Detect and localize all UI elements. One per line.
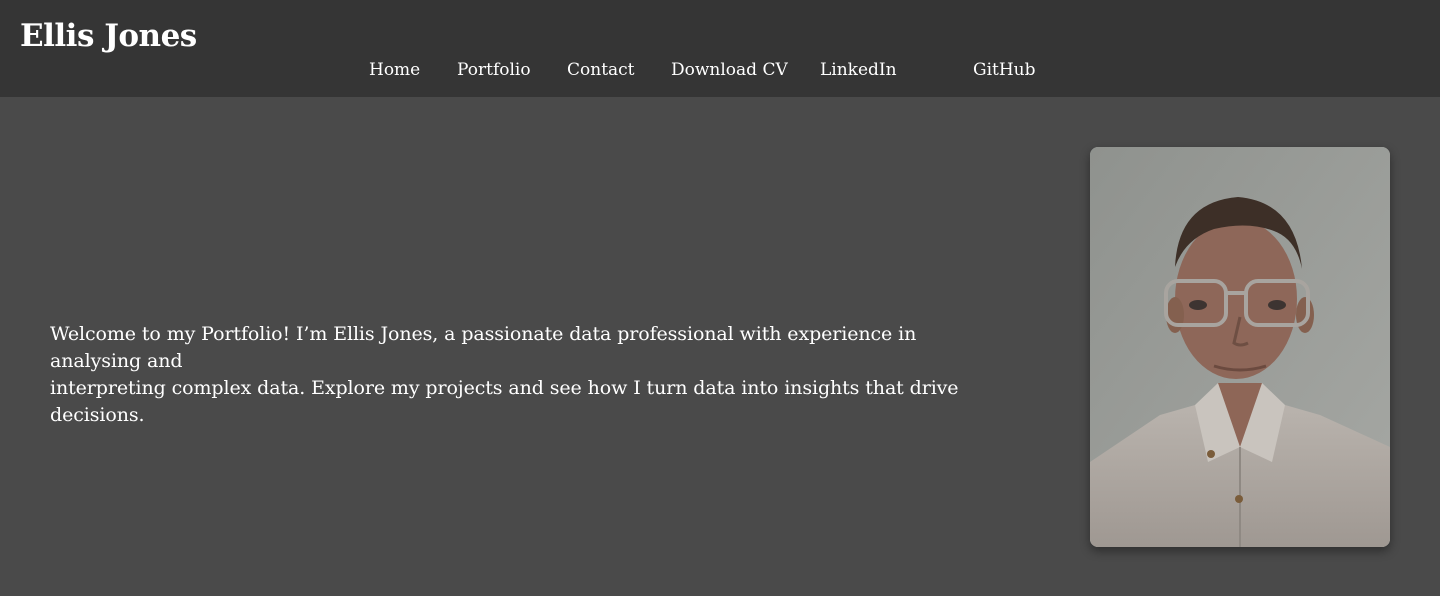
nav-github-link[interactable]: GitHub bbox=[973, 59, 1036, 81]
nav-linkedin-link[interactable]: LinkedIn bbox=[820, 59, 897, 81]
welcome-text: Welcome to my Portfolio! I’m Ellis Jones… bbox=[50, 321, 1010, 429]
nav-portfolio-link[interactable]: Portfolio bbox=[457, 59, 531, 81]
profile-photo bbox=[1090, 147, 1390, 547]
nav-download-cv-link[interactable]: Download CV bbox=[671, 59, 788, 81]
nav-home-link[interactable]: Home bbox=[369, 59, 420, 81]
profile-photo-illustration bbox=[1090, 147, 1390, 547]
welcome-text-line-1: Welcome to my Portfolio! I’m Ellis Jones… bbox=[50, 323, 917, 372]
nav-contact-link[interactable]: Contact bbox=[567, 59, 635, 81]
site-header: Ellis Jones Home Portfolio Contact Downl… bbox=[0, 0, 1440, 97]
welcome-text-line-2: interpreting complex data. Explore my pr… bbox=[50, 377, 959, 426]
site-title[interactable]: Ellis Jones bbox=[20, 18, 197, 54]
